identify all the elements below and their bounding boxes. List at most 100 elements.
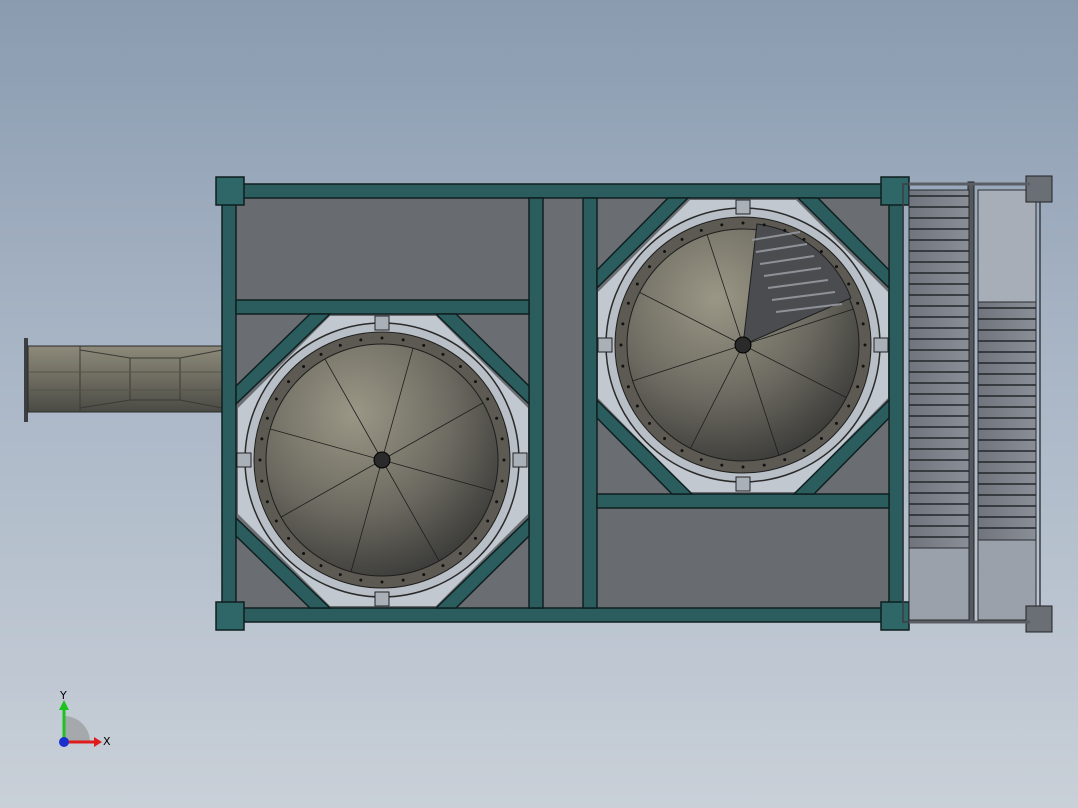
stair-flight-right — [977, 301, 1037, 541]
flange-bolt — [274, 519, 278, 523]
flange-bolt — [265, 500, 269, 504]
bracket — [374, 591, 390, 607]
flange-bolt — [486, 519, 490, 523]
flange-bolt — [380, 580, 384, 584]
flange-bolt — [648, 421, 652, 425]
flange-bolt — [663, 436, 667, 440]
flange-bolt — [422, 573, 426, 577]
flange-bolt — [861, 322, 865, 326]
flange-bolt — [783, 228, 787, 232]
flange-bolt — [856, 385, 860, 389]
flange-bolt — [287, 380, 291, 384]
flange-bolt — [680, 449, 684, 453]
bracket — [873, 337, 889, 353]
mid-column-left — [528, 197, 544, 609]
triad-plane — [64, 716, 90, 742]
flange-bolt — [648, 265, 652, 269]
flange-bolt — [856, 301, 860, 305]
flange-bolt — [319, 352, 323, 356]
landing-right-top — [977, 189, 1037, 303]
bracket — [735, 199, 751, 215]
flange-bolt — [626, 385, 630, 389]
flange-bolt — [500, 437, 504, 441]
left-fan[interactable] — [244, 322, 520, 598]
right-mid-beam — [596, 493, 890, 509]
flange-bolt — [699, 458, 703, 462]
flange-bolt — [819, 436, 823, 440]
flange-bolt — [258, 458, 262, 462]
flange-bolt — [401, 338, 405, 342]
flange-bolt — [762, 223, 766, 227]
bracket — [597, 337, 613, 353]
flange-bolt — [861, 364, 865, 368]
flange-bolt — [380, 336, 384, 340]
flange-bolt — [260, 479, 264, 483]
left-fan-hub — [373, 451, 391, 469]
flange-bolt — [626, 301, 630, 305]
flange-bolt — [486, 397, 490, 401]
flange-bolt — [502, 458, 506, 462]
flange-bolt — [274, 397, 278, 401]
stair-post-br — [1025, 605, 1053, 633]
flange-bolt — [359, 338, 363, 342]
flange-bolt — [802, 237, 806, 241]
right-fan-hub — [734, 336, 752, 354]
bracket — [374, 315, 390, 331]
stair-post-tr — [1025, 175, 1053, 203]
bracket — [735, 476, 751, 492]
flange-bolt — [699, 228, 703, 232]
triad-y-label: Y — [59, 689, 67, 702]
flange-bolt — [302, 365, 306, 369]
mid-column-right — [582, 197, 598, 609]
panel-top-left — [236, 198, 529, 300]
cad-viewport[interactable]: Y X — [0, 0, 1078, 808]
left-column — [221, 183, 237, 623]
flange-bolt — [802, 449, 806, 453]
flange-bolt — [635, 404, 639, 408]
flange-bolt — [663, 250, 667, 254]
top-beam — [221, 183, 905, 199]
inlet-flange — [24, 338, 28, 422]
flange-bolt — [834, 421, 838, 425]
flange-bolt — [319, 564, 323, 568]
flange-bolt — [762, 463, 766, 467]
flange-bolt — [422, 343, 426, 347]
flange-bolt — [260, 437, 264, 441]
flange-bolt — [635, 282, 639, 286]
stair-treads-right — [978, 307, 1036, 529]
flange-bolt — [441, 352, 445, 356]
flange-bolt — [720, 223, 724, 227]
flange-bolt — [473, 536, 477, 540]
flange-bolt — [783, 458, 787, 462]
flange-bolt — [500, 479, 504, 483]
landing-left — [908, 547, 970, 621]
flange-bolt — [621, 364, 625, 368]
flange-bolt — [302, 551, 306, 555]
inlet-duct[interactable] — [24, 338, 223, 422]
bracket — [512, 452, 528, 468]
flange-bolt — [338, 573, 342, 577]
bracket — [236, 452, 252, 468]
access-stairs[interactable] — [902, 175, 1053, 633]
flange-bolt — [287, 536, 291, 540]
flange-bolt — [834, 265, 838, 269]
flange-bolt — [619, 343, 623, 347]
corner-post-tr — [880, 176, 910, 206]
corner-post-bl — [215, 601, 245, 631]
flange-bolt — [741, 465, 745, 469]
flange-bolt — [495, 416, 499, 420]
flange-bolt — [401, 578, 405, 582]
right-fan[interactable] — [605, 207, 881, 483]
flange-bolt — [441, 564, 445, 568]
corner-post-tl — [215, 176, 245, 206]
flange-bolt — [720, 463, 724, 467]
flange-bolt — [863, 343, 867, 347]
flange-bolt — [473, 380, 477, 384]
flange-bolt — [265, 416, 269, 420]
flange-bolt — [680, 237, 684, 241]
panel-center-column — [543, 198, 583, 608]
orientation-triad[interactable]: Y X — [59, 689, 111, 748]
flange-bolt — [338, 343, 342, 347]
flange-bolt — [458, 551, 462, 555]
stair-flight-left — [908, 189, 970, 549]
